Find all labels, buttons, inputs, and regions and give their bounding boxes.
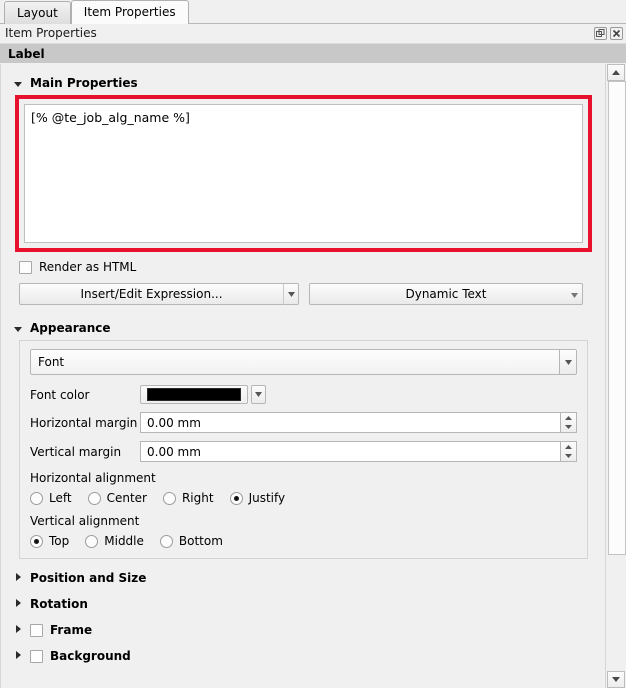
chevron-down-icon — [571, 287, 578, 301]
radio-indicator[interactable] — [87, 491, 101, 505]
chevron-right-icon — [13, 623, 23, 637]
stepper-down-icon[interactable] — [561, 452, 576, 462]
radio-label: Bottom — [178, 534, 223, 548]
radio-indicator[interactable] — [85, 534, 99, 548]
render-as-html-checkbox[interactable] — [19, 260, 32, 274]
horizontal-margin-label: Horizontal margin — [30, 415, 138, 430]
radio-halign-right[interactable]: Right — [162, 491, 214, 505]
chevron-down-icon — [13, 78, 23, 88]
properties-scroll-area: Main Properties [% @te_job_alg_name %] R… — [0, 64, 626, 688]
horizontal-alignment-radiogroup: Left Center Right Justify — [30, 491, 577, 505]
radio-indicator[interactable] — [30, 534, 43, 548]
horizontal-margin-steppers[interactable] — [560, 412, 577, 433]
section-rotation-title: Rotation — [30, 597, 88, 611]
stepper-up-icon[interactable] — [561, 442, 576, 452]
dynamic-text-label: Dynamic Text — [405, 287, 487, 301]
render-as-html-label: Render as HTML — [39, 260, 137, 274]
stepper-down-icon[interactable] — [561, 423, 576, 433]
render-as-html-row[interactable]: Render as HTML — [19, 260, 588, 274]
close-icon[interactable] — [610, 27, 623, 40]
radio-label: Right — [181, 491, 214, 505]
font-color-row: Font color — [30, 385, 577, 404]
font-color-swatch — [147, 388, 241, 401]
section-main-properties-title: Main Properties — [30, 76, 138, 90]
radio-label: Left — [49, 491, 72, 505]
vertical-margin-row: Vertical margin 0.00 mm — [30, 441, 577, 462]
dynamic-text-button[interactable]: Dynamic Text — [309, 283, 583, 305]
insert-expression-button[interactable]: Insert/Edit Expression... — [19, 283, 283, 305]
font-color-dropdown[interactable] — [251, 385, 266, 404]
scroll-up-arrow-icon[interactable] — [607, 64, 625, 81]
section-position-and-size-header[interactable]: Position and Size — [1, 565, 606, 591]
dock-title-text: Item Properties — [5, 26, 97, 40]
section-background-header[interactable]: Background — [1, 643, 606, 669]
vertical-margin-spinbox[interactable]: 0.00 mm — [140, 441, 577, 462]
stepper-up-icon[interactable] — [561, 413, 576, 423]
chevron-right-icon — [13, 649, 23, 663]
radio-indicator[interactable] — [159, 534, 173, 548]
chevron-right-icon — [13, 571, 23, 585]
horizontal-margin-spinbox[interactable]: 0.00 mm — [140, 412, 577, 433]
section-position-and-size-title: Position and Size — [30, 571, 147, 585]
section-frame-header[interactable]: Frame — [1, 617, 606, 643]
chevron-down-icon — [13, 323, 23, 333]
section-appearance-header[interactable]: Appearance — [1, 317, 606, 340]
horizontal-alignment-label: Horizontal alignment — [30, 471, 156, 485]
expression-buttons-row: Insert/Edit Expression... Dynamic Text — [19, 283, 588, 305]
radio-indicator[interactable] — [229, 491, 243, 505]
font-color-label: Font color — [30, 387, 90, 402]
horizontal-margin-row: Horizontal margin 0.00 mm — [30, 412, 577, 433]
vertical-margin-label: Vertical margin — [30, 444, 122, 459]
tab-layout[interactable]: Layout — [4, 1, 71, 24]
background-checkbox[interactable] — [30, 649, 43, 663]
label-text-highlight: [% @te_job_alg_name %] — [15, 95, 592, 252]
dock-buttons — [594, 27, 623, 40]
chevron-right-icon — [13, 597, 23, 611]
insert-expression-dropdown[interactable] — [283, 283, 299, 305]
appearance-groupbox: Font Font color Horizontal margin 0.00 m… — [19, 340, 588, 559]
frame-checkbox[interactable] — [30, 623, 43, 637]
radio-label: Top — [49, 534, 70, 548]
vertical-margin-steppers[interactable] — [560, 441, 577, 462]
radio-halign-justify[interactable]: Justify — [229, 491, 286, 505]
font-combo[interactable]: Font — [30, 349, 577, 375]
radio-indicator[interactable] — [30, 491, 43, 505]
section-background-title: Background — [50, 649, 131, 663]
item-properties-panel: Layout Item Properties Item Properties La… — [0, 0, 626, 688]
radio-halign-left[interactable]: Left — [30, 491, 72, 505]
dock-titlebar: Item Properties — [0, 24, 626, 43]
scrollbar-track[interactable] — [607, 81, 626, 671]
scroll-down-arrow-icon[interactable] — [607, 671, 625, 688]
radio-valign-middle[interactable]: Middle — [85, 534, 144, 548]
horizontal-margin-value[interactable]: 0.00 mm — [140, 412, 560, 433]
section-main-properties-header[interactable]: Main Properties — [1, 72, 606, 95]
tab-item-properties[interactable]: Item Properties — [70, 0, 189, 24]
radio-label: Center — [106, 491, 147, 505]
scrollbar-thumb[interactable] — [608, 81, 626, 555]
float-icon[interactable] — [594, 27, 607, 40]
item-type-header: Label — [0, 43, 626, 63]
font-combo-arrow[interactable] — [559, 349, 577, 375]
label-text-input[interactable]: [% @te_job_alg_name %] — [24, 104, 583, 243]
font-color-button[interactable] — [140, 385, 248, 404]
panel-tabbar: Layout Item Properties — [0, 0, 626, 24]
vertical-margin-value[interactable]: 0.00 mm — [140, 441, 560, 462]
insert-expression-splitbutton[interactable]: Insert/Edit Expression... — [19, 283, 299, 305]
vertical-alignment-label: Vertical alignment — [30, 514, 140, 528]
section-rotation-header[interactable]: Rotation — [1, 591, 606, 617]
vertical-scrollbar[interactable] — [605, 64, 626, 688]
radio-valign-top[interactable]: Top — [30, 534, 69, 548]
radio-indicator[interactable] — [162, 491, 176, 505]
radio-label: Middle — [104, 534, 144, 548]
font-combo-value: Font — [30, 349, 559, 375]
section-appearance-title: Appearance — [30, 321, 111, 335]
radio-label: Justify — [248, 491, 286, 505]
properties-content: Main Properties [% @te_job_alg_name %] R… — [1, 64, 606, 669]
radio-valign-bottom[interactable]: Bottom — [159, 534, 223, 548]
item-type-title: Label — [8, 47, 45, 61]
vertical-alignment-radiogroup: Top Middle Bottom — [30, 534, 577, 548]
section-frame-title: Frame — [50, 623, 93, 637]
radio-halign-center[interactable]: Center — [87, 491, 147, 505]
